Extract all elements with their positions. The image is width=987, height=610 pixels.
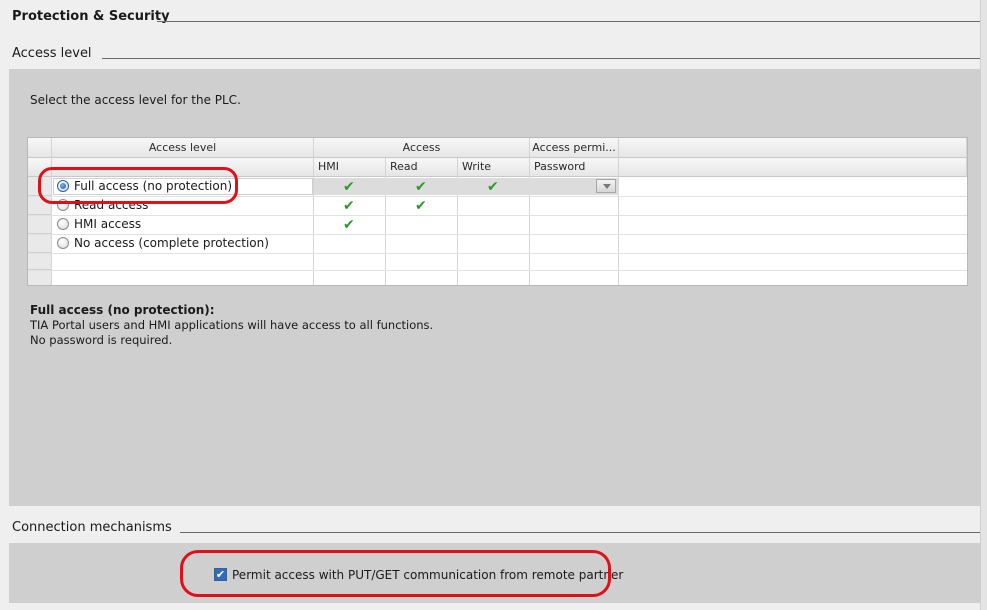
col-header-empty: [619, 138, 967, 158]
row-divider: [28, 270, 967, 271]
col-header-access-level[interactable]: Access level: [52, 138, 314, 158]
check-icon: ✔: [343, 198, 355, 214]
access-option-label[interactable]: HMI access: [74, 217, 141, 231]
annotation-highlight-full-access: [38, 167, 238, 204]
row-divider: [28, 215, 967, 216]
col-header-access[interactable]: Access: [314, 138, 530, 158]
access-level-panel: [9, 69, 980, 506]
check-icon: ✔: [487, 179, 499, 195]
check-icon: ✔: [343, 179, 355, 195]
check-icon: ✔: [343, 217, 355, 233]
description-line: No password is required.: [30, 333, 173, 347]
row-header[interactable]: [28, 234, 52, 253]
access-level-rule: [102, 58, 980, 59]
annotation-highlight-putget: [180, 550, 611, 597]
subheader-read[interactable]: Read: [386, 158, 458, 177]
row-header[interactable]: [28, 270, 52, 285]
radio-no-access[interactable]: [57, 237, 69, 249]
connection-mechanisms-rule: [180, 532, 980, 533]
access-level-instruction: Select the access level for the PLC.: [30, 93, 241, 107]
row-header[interactable]: [28, 253, 52, 270]
row-header-corner: [28, 138, 52, 158]
row-divider: [28, 253, 967, 254]
check-icon: ✔: [415, 198, 427, 214]
subheader-write[interactable]: Write: [458, 158, 530, 177]
check-icon: ✔: [415, 179, 427, 195]
access-level-table: Access level Access Access permi... HMI …: [27, 137, 968, 286]
description-title: Full access (no protection):: [30, 303, 215, 317]
row-divider: [28, 234, 967, 235]
row-header[interactable]: [28, 215, 52, 234]
password-dropdown-chevron-down-icon[interactable]: [596, 179, 616, 193]
connection-mechanisms-heading: Connection mechanisms: [12, 520, 172, 535]
section-title: Protection & Security: [12, 9, 170, 24]
vertical-scrollbar[interactable]: [980, 0, 987, 610]
section-title-rule: [157, 21, 980, 22]
access-level-heading: Access level: [12, 46, 92, 61]
radio-hmi-access[interactable]: [57, 218, 69, 230]
selected-row-highlight: [314, 178, 619, 195]
col-header-access-permission[interactable]: Access permi...: [530, 138, 619, 158]
description-line: TIA Portal users and HMI applications wi…: [30, 318, 434, 332]
access-option-label[interactable]: No access (complete protection): [74, 236, 269, 250]
subheader-empty: [619, 158, 967, 177]
subheader-hmi[interactable]: HMI: [314, 158, 386, 177]
subheader-password[interactable]: Password: [530, 158, 619, 177]
